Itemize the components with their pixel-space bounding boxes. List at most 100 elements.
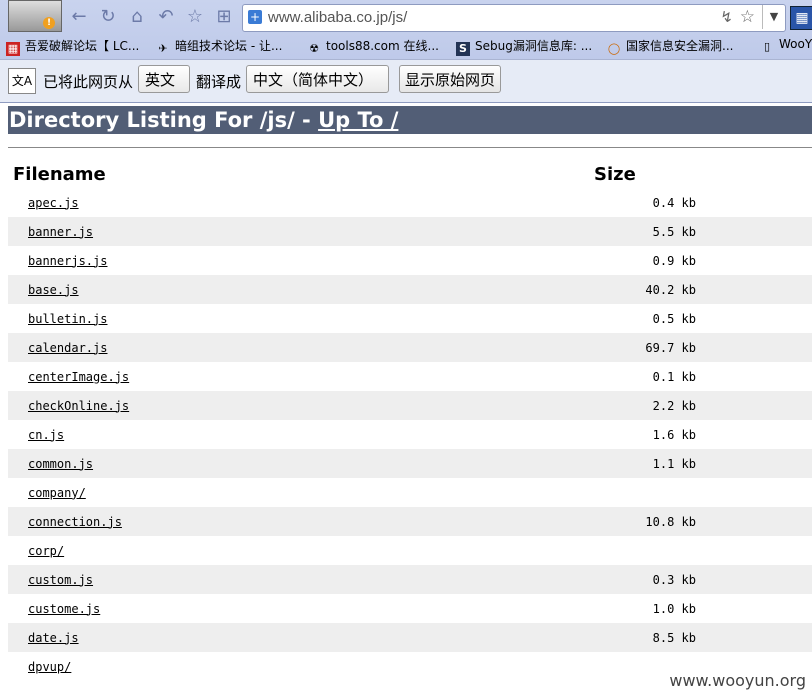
file-list: apec.js 0.4 kb banner.js 5.5 kb bannerjs.js 0… xyxy=(8,188,812,681)
file-link[interactable]: banner.js xyxy=(28,225,93,239)
bookmark-label: tools88.com 在线... xyxy=(326,39,439,53)
file-listing-table: Filename Size apec.js 0.4 kb banner.js 5.5 … xyxy=(8,160,812,681)
filename-cell: corp/ xyxy=(8,536,594,565)
table-row: calendar.js 69.7 kb xyxy=(8,333,812,362)
table-row: banner.js 5.5 kb xyxy=(8,217,812,246)
file-size: 1.0 kb xyxy=(652,601,696,616)
s-icon: S xyxy=(456,42,470,56)
bookmark-item[interactable]: ✈ 暗组技术论坛 - 让... xyxy=(156,37,282,55)
apps-icon[interactable]: ⊞ xyxy=(213,6,235,28)
file-link[interactable]: base.js xyxy=(28,283,79,297)
file-link[interactable]: cn.js xyxy=(28,428,64,442)
file-link[interactable]: bulletin.js xyxy=(28,312,107,326)
filename-cell: base.js xyxy=(8,275,594,304)
table-row: custome.js 1.0 kb xyxy=(8,594,812,623)
address-bar[interactable]: + www.alibaba.co.jp/js/ ↯ ☆ ▼ xyxy=(242,4,786,32)
file-size: 0.3 kb xyxy=(594,565,812,594)
file-size: 0.4 kb xyxy=(652,195,696,210)
bookmark-item[interactable]: ☢ tools88.com 在线... xyxy=(307,37,439,55)
filename-cell: centerImage.js xyxy=(8,362,594,391)
file-link[interactable]: common.js xyxy=(28,457,93,471)
undo-icon[interactable]: ↶ xyxy=(155,6,177,28)
filename-cell: dpvup/ xyxy=(8,652,594,681)
extension-icon[interactable]: ▦ xyxy=(790,6,812,30)
translate-middle: 翻译成 xyxy=(196,73,242,91)
translate-prefix: 已将此网页从 xyxy=(43,73,134,91)
table-row: apec.js 0.4 kb xyxy=(8,188,812,217)
file-link[interactable]: centerImage.js xyxy=(28,370,129,384)
filename-cell: company/ xyxy=(8,478,594,507)
filename-cell: connection.js xyxy=(8,507,594,536)
translate-bar: 文A 已将此网页从 英文▼ 翻译成 中文（简体中文）▼ 显示原始网页 xyxy=(0,59,812,116)
filename-cell: custom.js xyxy=(8,565,594,594)
file-link[interactable]: company/ xyxy=(28,486,86,500)
file-link[interactable]: apec.js xyxy=(28,196,79,210)
home-icon[interactable]: ⌂ xyxy=(126,6,148,28)
file-link[interactable]: custome.js xyxy=(28,602,100,616)
file-size: 0.9 kb xyxy=(652,253,696,268)
chevron-down-icon[interactable]: ▼ xyxy=(762,5,785,29)
lightning-icon[interactable]: ↯ xyxy=(720,8,733,26)
bookmark-item[interactable]: S Sebug漏洞信息库: ... xyxy=(456,37,593,56)
file-size: 10.8 kb xyxy=(594,507,812,536)
bookmark-item[interactable]: ▦ 吾爱破解论坛【 LC... xyxy=(6,37,140,56)
table-row: bulletin.js 0.5 kb xyxy=(8,304,812,333)
file-size: 2.2 kb xyxy=(594,391,812,420)
file-link[interactable]: dpvup/ xyxy=(28,660,71,674)
back-icon[interactable]: ← xyxy=(68,6,90,28)
page-icon: ▯ xyxy=(763,40,771,53)
file-size: 5.5 kb xyxy=(594,217,812,246)
table-row: centerImage.js 0.1 kb xyxy=(8,362,812,391)
show-original-button[interactable]: 显示原始网页 xyxy=(399,65,501,93)
filename-cell: cn.js xyxy=(8,420,594,449)
url-text[interactable]: www.alibaba.co.jp/js/ xyxy=(268,9,407,26)
up-to-root-link[interactable]: Up To / xyxy=(318,108,398,132)
bookmark-item[interactable]: ◯ 国家信息安全漏洞... xyxy=(607,37,734,55)
file-link[interactable]: checkOnline.js xyxy=(28,399,129,413)
column-header-filename: Filename xyxy=(13,163,106,185)
filename-cell: date.js xyxy=(8,623,594,652)
filename-cell: custome.js xyxy=(8,594,594,623)
table-row: common.js 1.1 kb xyxy=(8,449,812,478)
file-link[interactable]: custom.js xyxy=(28,573,93,587)
site-security-icon: + xyxy=(248,10,262,24)
bookmarks-bar: ▦ 吾爱破解论坛【 LC... ✈ 暗组技术论坛 - 让... ☢ tools88.c… xyxy=(0,34,812,58)
column-header-size: Size xyxy=(594,163,636,185)
file-link[interactable]: connection.js xyxy=(28,515,122,529)
watermark: www.wooyun.org xyxy=(667,671,808,690)
file-link[interactable]: corp/ xyxy=(28,544,64,558)
warning-icon: ! xyxy=(43,17,55,29)
file-size xyxy=(594,478,812,507)
file-size: 69.7 kb xyxy=(594,333,812,362)
file-size: 8.5 kb xyxy=(594,623,812,652)
file-link[interactable]: bannerjs.js xyxy=(28,254,107,268)
file-size: 0.5 kb xyxy=(652,311,696,326)
bookmark-label: 吾爱破解论坛【 LC... xyxy=(25,39,140,53)
bookmark-label: Sebug漏洞信息库: ... xyxy=(475,39,593,53)
filename-cell: bannerjs.js xyxy=(8,246,594,275)
to-language-select[interactable]: 中文（简体中文）▼ xyxy=(246,65,389,116)
reload-icon[interactable]: ↻ xyxy=(97,6,119,28)
file-size: 1.6 kb xyxy=(652,427,696,442)
filename-cell: apec.js xyxy=(8,188,594,217)
bookmark-star-icon[interactable]: ☆ xyxy=(740,7,755,27)
file-size: 0.1 kb xyxy=(652,369,696,384)
table-row: cn.js 1.6 kb xyxy=(8,420,812,449)
from-language-select[interactable]: 英文▼ xyxy=(138,65,190,116)
filename-cell: bulletin.js xyxy=(8,304,594,333)
forum-icon: ▦ xyxy=(6,42,20,56)
page-title-bar: Directory Listing For /js/ - Up To / xyxy=(8,106,812,134)
table-row: bannerjs.js 0.9 kb xyxy=(8,246,812,275)
file-size: 40.2 kb xyxy=(594,275,812,304)
star-icon[interactable]: ☆ xyxy=(184,6,206,28)
file-size: 1.1 kb xyxy=(594,449,812,478)
profile-avatar[interactable]: ! xyxy=(8,0,62,32)
file-link[interactable]: calendar.js xyxy=(28,341,107,355)
file-link[interactable]: date.js xyxy=(28,631,79,645)
bookmark-item[interactable]: ▯ WooY xyxy=(760,37,812,55)
table-row: corp/ xyxy=(8,536,812,565)
filename-cell: common.js xyxy=(8,449,594,478)
radiation-icon: ☢ xyxy=(309,42,319,55)
bookmark-label: WooY xyxy=(779,37,812,51)
table-row: custom.js 0.3 kb xyxy=(8,565,812,594)
